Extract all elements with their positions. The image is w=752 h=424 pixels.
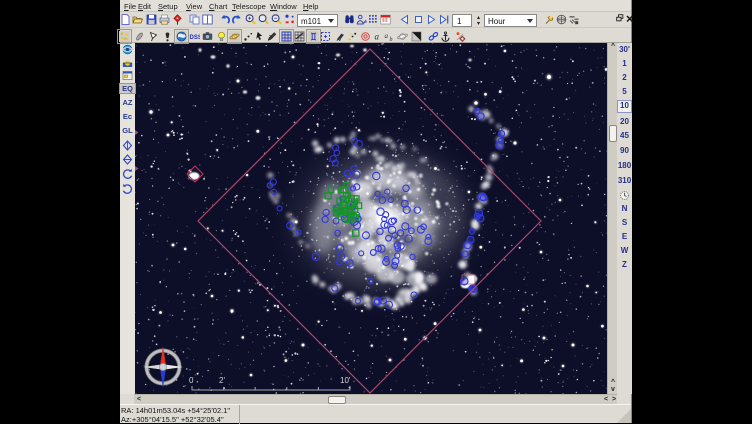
svg-text:2': 2' (219, 376, 225, 385)
svg-text:a: a (385, 32, 389, 40)
svg-text:DSS: DSS (190, 35, 201, 41)
svg-text:b: b (390, 37, 393, 42)
svg-text:0: 0 (189, 376, 194, 385)
svg-text:a: a (375, 32, 380, 42)
svg-text:10': 10' (340, 376, 351, 385)
